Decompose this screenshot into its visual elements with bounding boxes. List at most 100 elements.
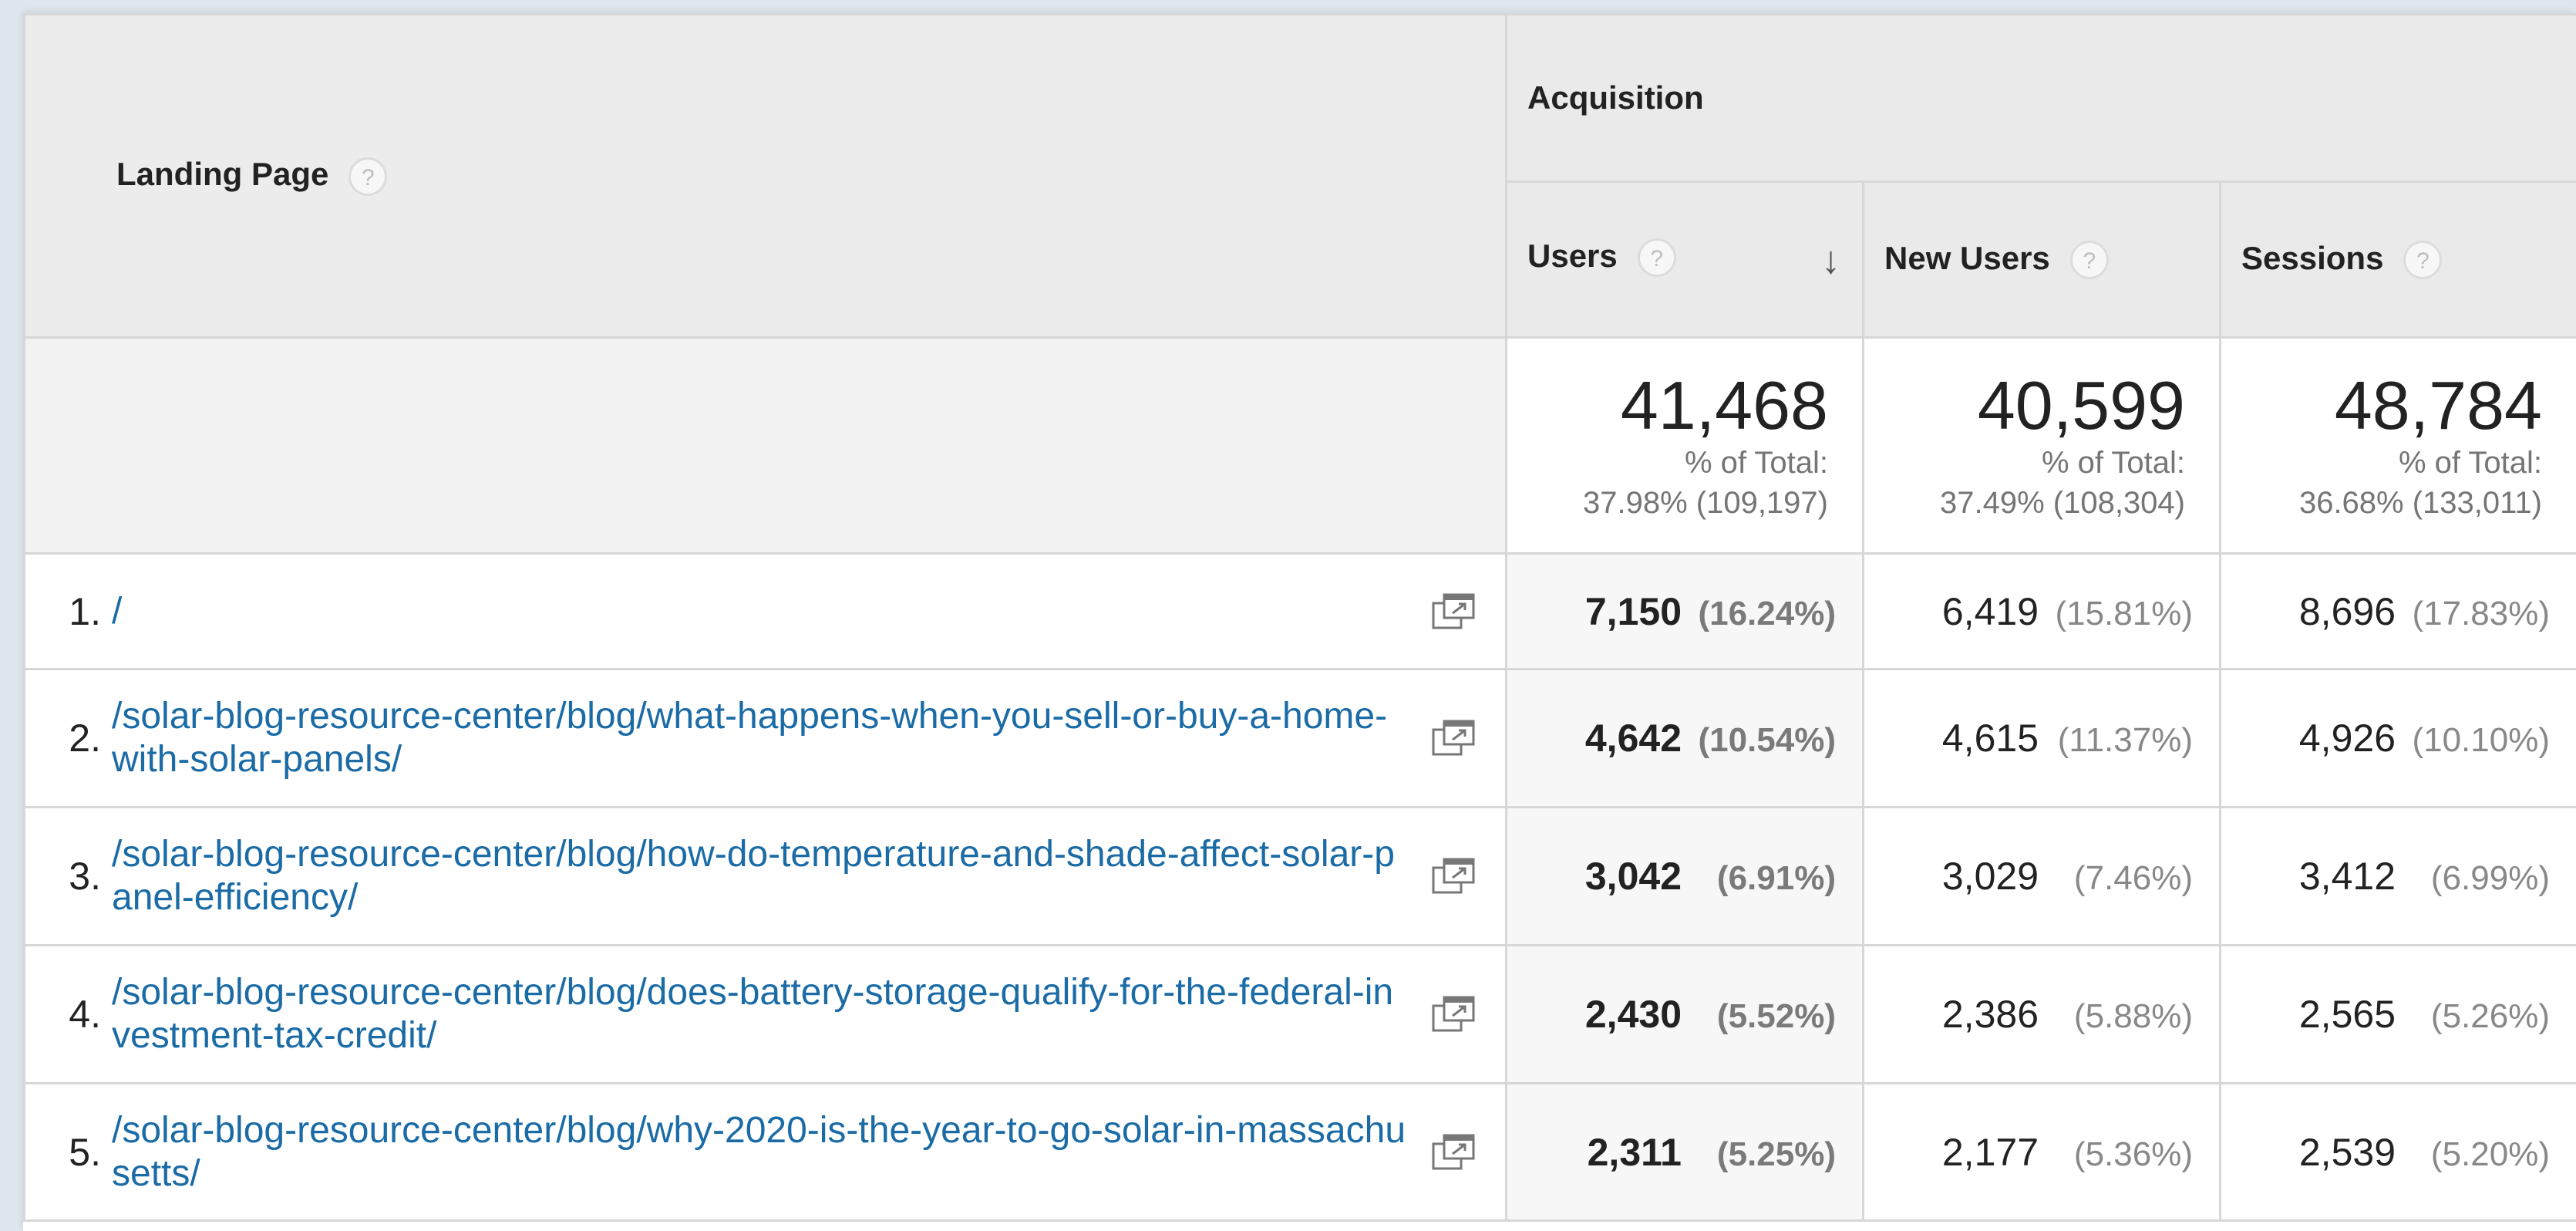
acquisition-group-header: Acquisition <box>1505 13 2576 183</box>
new-users-percent: (5.36%) <box>2073 1135 2193 1173</box>
new-users-total-cell: 40,599 % of Total: 37.49% (108,304) <box>1862 336 2221 555</box>
landing-page-link[interactable]: /solar-blog-resource-center/blog/why-202… <box>101 1109 1431 1196</box>
users-column-header[interactable]: Users? ↓ <box>1505 180 1864 339</box>
sessions-total-detail: 36.68% (133,011) <box>2298 485 2542 520</box>
users-value: 2,430 <box>1584 993 1682 1036</box>
new-users-value: 6,419 <box>1941 589 2039 633</box>
open-in-new-window-icon[interactable] <box>1431 719 1476 757</box>
users-total-label: % of Total: <box>1684 445 1828 480</box>
new-users-cell: 6,419 (15.81%) <box>1862 552 2221 670</box>
row-number: 5. <box>69 1130 101 1174</box>
sessions-total-cell: 48,784 % of Total: 36.68% (133,011) <box>2219 336 2576 555</box>
sessions-value: 2,565 <box>2298 993 2396 1036</box>
help-icon[interactable]: ? <box>2403 241 2443 280</box>
users-total-cell: 41,468 % of Total: 37.98% (109,197) <box>1505 336 1864 555</box>
new-users-value: 2,386 <box>1941 993 2039 1036</box>
sessions-value: 2,539 <box>2298 1130 2396 1174</box>
landing-page-column-header[interactable]: Landing Page? <box>23 13 1507 339</box>
sessions-column-header[interactable]: Sessions? <box>2219 180 2576 339</box>
new-users-column-header[interactable]: New Users? <box>1862 180 2221 339</box>
users-percent: (5.52%) <box>1716 997 1836 1035</box>
sessions-cell: 2,539 (5.20%) <box>2219 1082 2576 1222</box>
help-icon[interactable]: ? <box>349 157 388 196</box>
row-number: 3. <box>69 855 101 898</box>
table-row: 5. /solar-blog-resource-center/blog/why-… <box>23 1082 2576 1222</box>
new-users-cell: 3,029 (7.46%) <box>1862 806 2221 946</box>
open-in-new-window-icon[interactable] <box>1431 592 1476 631</box>
landing-page-link[interactable]: /solar-blog-resource-center/blog/does-ba… <box>101 971 1431 1057</box>
landing-page-link[interactable]: / <box>101 590 1431 633</box>
new-users-cell: 2,386 (5.88%) <box>1862 944 2221 1084</box>
sessions-percent: (5.20%) <box>2430 1135 2550 1173</box>
table-row: 4. /solar-blog-resource-center/blog/does… <box>23 944 2576 1084</box>
users-value: 7,150 <box>1584 589 1682 633</box>
help-icon[interactable]: ? <box>1637 238 1676 278</box>
users-percent: (10.54%) <box>1698 721 1836 759</box>
table-row: 1. / 7,150 (16.24%) 6,419 (15.81%) 8,696 (1… <box>23 552 2576 670</box>
users-percent: (16.24%) <box>1698 594 1836 632</box>
landing-page-report-table: Landing Page? Acquisition Users? ↓ New Us… <box>23 13 2576 1222</box>
users-percent: (6.91%) <box>1716 859 1836 897</box>
landing-page-cell: 5. /solar-blog-resource-center/blog/why-… <box>23 1082 1507 1222</box>
totals-blank-cell <box>23 336 1507 555</box>
new-users-cell: 2,177 (5.36%) <box>1862 1082 2221 1222</box>
landing-page-cell: 4. /solar-blog-resource-center/blog/does… <box>23 944 1507 1084</box>
row-number: 1. <box>69 589 101 633</box>
sessions-value: 3,412 <box>2298 855 2396 898</box>
open-in-new-window-icon[interactable] <box>1431 857 1476 895</box>
sessions-percent: (6.99%) <box>2430 859 2550 897</box>
open-in-new-window-icon[interactable] <box>1431 1133 1476 1172</box>
landing-page-cell: 2. /solar-blog-resource-center/blog/what… <box>23 668 1507 808</box>
new-users-value: 3,029 <box>1941 855 2039 898</box>
users-total-value: 41,468 <box>1620 366 1828 443</box>
new-users-percent: (11.37%) <box>2057 721 2193 759</box>
table-row: 2. /solar-blog-resource-center/blog/what… <box>23 668 2576 808</box>
sessions-header-label: Sessions <box>2241 239 2384 276</box>
new-users-cell: 4,615 (11.37%) <box>1862 668 2221 808</box>
landing-page-cell: 1. / <box>23 552 1507 670</box>
users-cell: 2,430 (5.52%) <box>1505 944 1864 1084</box>
acquisition-header-label: Acquisition <box>1527 79 1704 116</box>
new-users-percent: (15.81%) <box>2055 594 2193 632</box>
new-users-value: 2,177 <box>1941 1130 2039 1174</box>
users-total-detail: 37.98% (109,197) <box>1582 485 1828 520</box>
sessions-cell: 3,412 (6.99%) <box>2219 806 2576 946</box>
users-value: 2,311 <box>1587 1130 1682 1174</box>
sessions-total-label: % of Total: <box>2398 445 2542 480</box>
users-header-label: Users <box>1527 237 1618 274</box>
sessions-percent: (10.10%) <box>2412 721 2550 759</box>
sessions-cell: 2,565 (5.26%) <box>2219 944 2576 1084</box>
sessions-percent: (17.83%) <box>2412 594 2550 632</box>
open-in-new-window-icon[interactable] <box>1431 995 1476 1034</box>
new-users-total-detail: 37.49% (108,304) <box>1939 485 2185 520</box>
help-icon[interactable]: ? <box>2069 241 2109 280</box>
new-users-total-label: % of Total: <box>2041 445 2185 480</box>
report-frame: Landing Page? Acquisition Users? ↓ New Us… <box>23 13 2576 1231</box>
new-users-total-value: 40,599 <box>1977 366 2185 443</box>
users-value: 4,642 <box>1584 717 1682 760</box>
sort-descending-arrow-icon[interactable]: ↓ <box>1821 238 1840 282</box>
new-users-header-label: New Users <box>1884 239 2050 276</box>
totals-row: 41,468 % of Total: 37.98% (109,197) 40,5… <box>23 336 2576 555</box>
users-cell: 4,642 (10.54%) <box>1505 668 1864 808</box>
sessions-total-value: 48,784 <box>2334 366 2542 443</box>
landing-page-cell: 3. /solar-blog-resource-center/blog/how-… <box>23 806 1507 946</box>
new-users-value: 4,615 <box>1941 717 2039 760</box>
users-cell: 7,150 (16.24%) <box>1505 552 1864 670</box>
users-cell: 3,042 (6.91%) <box>1505 806 1864 946</box>
new-users-percent: (7.46%) <box>2073 859 2193 897</box>
new-users-percent: (5.88%) <box>2073 997 2193 1035</box>
table-row: 3. /solar-blog-resource-center/blog/how-… <box>23 806 2576 946</box>
sessions-value: 8,696 <box>2298 589 2396 633</box>
sessions-cell: 8,696 (17.83%) <box>2219 552 2576 670</box>
sessions-cell: 4,926 (10.10%) <box>2219 668 2576 808</box>
landing-page-link[interactable]: /solar-blog-resource-center/blog/how-do-… <box>101 833 1431 919</box>
sessions-percent: (5.26%) <box>2430 997 2550 1035</box>
row-number: 2. <box>69 717 101 760</box>
sessions-value: 4,926 <box>2298 717 2396 760</box>
users-value: 3,042 <box>1584 855 1682 898</box>
users-cell: 2,311 (5.25%) <box>1505 1082 1864 1222</box>
users-percent: (5.25%) <box>1716 1135 1836 1173</box>
landing-page-link[interactable]: /solar-blog-resource-center/blog/what-ha… <box>101 695 1431 781</box>
row-number: 4. <box>69 993 101 1036</box>
